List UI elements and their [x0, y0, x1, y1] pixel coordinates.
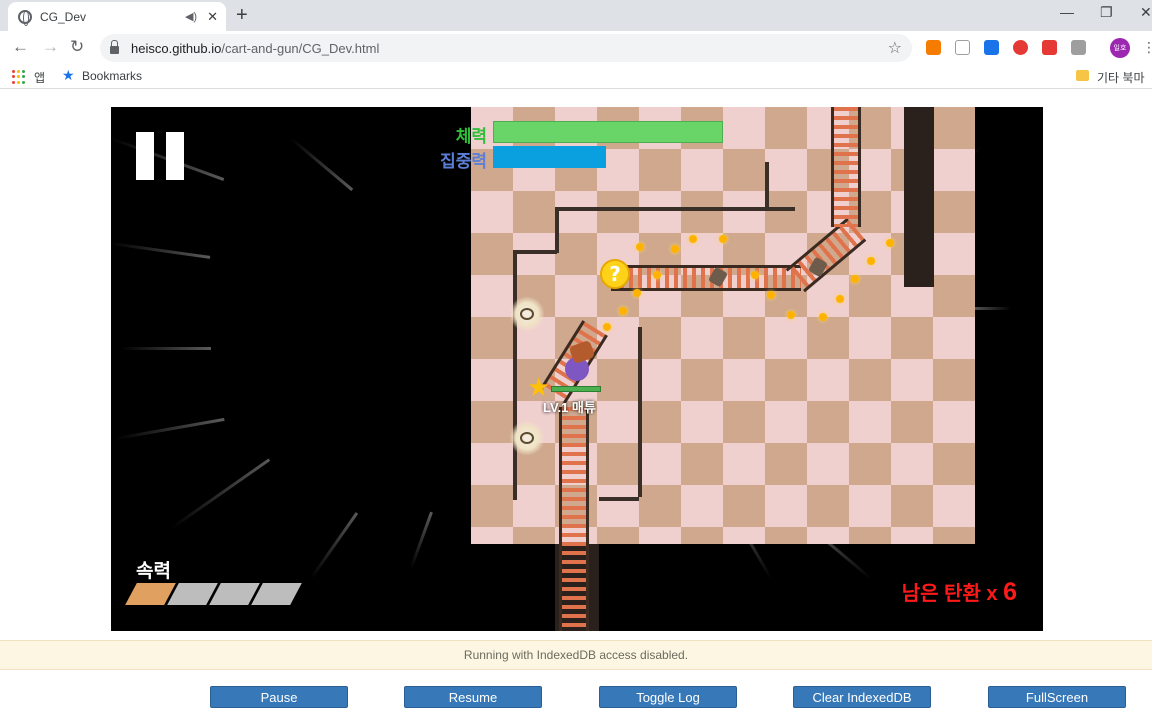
hp-bar — [493, 121, 723, 143]
extension-icon[interactable] — [1071, 40, 1086, 55]
rail-track — [831, 107, 861, 227]
maze-wall — [513, 250, 557, 254]
extension-icon[interactable] — [1042, 40, 1057, 55]
player-label: LV.1 매튜 — [543, 400, 596, 415]
coin-pickup — [671, 245, 679, 253]
wall-lamp — [509, 296, 545, 332]
apps-link[interactable]: 앱 — [34, 69, 45, 86]
coin-pickup — [867, 257, 875, 265]
coin-pickup — [767, 291, 775, 299]
player-character — [557, 339, 597, 383]
focus-bar-fill — [493, 146, 606, 168]
pause-button[interactable]: Pause — [210, 686, 348, 708]
coin-pickup — [819, 313, 827, 321]
reload-icon[interactable]: ↻ — [70, 37, 84, 57]
wall-lamp — [509, 420, 545, 456]
ammo-count: 6 — [1003, 578, 1017, 606]
bookmarks-bar: 앱 ★ Bookmarks 기타 북마크 — [0, 65, 1152, 102]
menu-icon[interactable]: ⋮ — [1142, 39, 1152, 56]
lock-icon — [110, 40, 119, 54]
tab-strip: CG_Dev ◀) ✕ + — ❐ ✕ — [0, 0, 1152, 31]
rail-track — [559, 407, 589, 631]
browser-tab[interactable]: CG_Dev ◀) ✕ — [8, 2, 226, 31]
coin-pickup — [689, 235, 697, 243]
speed-line — [971, 307, 1011, 310]
focus-bar — [493, 146, 723, 168]
game-canvas[interactable]: ? ★ LV.1 매튜 체력 집중력 속력 남은 탄환 x 6 — [111, 107, 1043, 631]
hp-bar-fill — [494, 122, 722, 142]
extension-icon[interactable] — [984, 40, 999, 55]
mystery-item-icon: ? — [600, 259, 630, 289]
speed-gauge — [125, 583, 302, 605]
speed-line — [309, 512, 359, 580]
browser-toolbar: ← → ↻ heisco.github.io /cart-and-gun/CG_… — [0, 31, 1152, 65]
tab-title: CG_Dev — [40, 9, 87, 24]
forward-icon[interactable]: → — [42, 37, 59, 57]
coin-pickup — [836, 295, 844, 303]
coin-pickup — [886, 239, 894, 247]
folder-icon — [1076, 70, 1089, 81]
player-health-bar — [551, 386, 601, 392]
speed-line — [111, 242, 211, 259]
apps-icon[interactable] — [12, 70, 26, 84]
bookmarks-link[interactable]: Bookmarks — [82, 69, 142, 83]
maze-wall — [599, 497, 639, 501]
extension-icon[interactable] — [926, 40, 941, 55]
toggle-log-button[interactable]: Toggle Log — [599, 686, 737, 708]
ammo-label: 남은 탄환 x — [901, 583, 998, 605]
coin-pickup — [751, 271, 759, 279]
coin-pickup — [633, 289, 641, 297]
coin-pickup — [719, 235, 727, 243]
pause-icon[interactable] — [136, 132, 186, 180]
coin-pickup — [787, 311, 795, 319]
address-bar[interactable]: heisco.github.io /cart-and-gun/CG_Dev.ht… — [100, 34, 912, 62]
back-icon[interactable]: ← — [12, 37, 29, 57]
url-path: /cart-and-gun/CG_Dev.html — [221, 40, 380, 56]
focus-label: 집중력 — [440, 152, 487, 171]
coin-pickup — [619, 307, 627, 315]
globe-icon — [18, 9, 32, 26]
close-window-icon[interactable]: ✕ — [1140, 4, 1152, 21]
close-tab-icon[interactable]: ✕ — [207, 9, 218, 25]
rail-track — [611, 265, 801, 291]
maze-wall — [513, 250, 517, 500]
minimize-icon[interactable]: — — [1060, 4, 1074, 20]
maze-wall — [765, 162, 769, 210]
speed-line — [115, 417, 225, 440]
coin-pickup — [636, 243, 644, 251]
speed-line — [121, 347, 211, 350]
coin-pickup — [603, 323, 611, 331]
speed-segment — [251, 583, 302, 605]
profile-avatar[interactable]: 일호 — [1110, 38, 1130, 58]
indexeddb-notice: Running with IndexedDB access disabled. — [0, 640, 1152, 670]
shadow-pit — [904, 107, 934, 287]
resume-button[interactable]: Resume — [404, 686, 542, 708]
fullscreen-button[interactable]: FullScreen — [988, 686, 1126, 708]
bookmark-star-icon[interactable]: ☆ — [888, 38, 902, 58]
speed-line — [409, 511, 433, 570]
ammo-counter: 남은 탄환 x 6 — [902, 577, 1017, 607]
hp-label: 체력 — [455, 127, 487, 146]
game-board — [471, 107, 975, 544]
extension-icon[interactable] — [1013, 40, 1028, 55]
speed-line — [290, 137, 354, 192]
maze-wall — [555, 207, 559, 253]
speed-label: 속력 — [136, 561, 171, 582]
extension-icon[interactable] — [955, 40, 970, 55]
maze-wall — [638, 327, 642, 497]
restore-icon[interactable]: ❐ — [1100, 4, 1113, 21]
speed-line — [170, 458, 271, 530]
clear-indexeddb-button[interactable]: Clear IndexedDB — [793, 686, 931, 708]
maze-wall — [555, 207, 795, 211]
url-host: heisco.github.io — [131, 40, 222, 56]
new-tab-button[interactable]: + — [236, 4, 248, 27]
page: ? ★ LV.1 매튜 체력 집중력 속력 남은 탄환 x 6 Running … — [0, 90, 1152, 720]
coin-pickup — [851, 275, 859, 283]
bookmark-star-icon: ★ — [62, 67, 75, 83]
speaker-icon[interactable]: ◀) — [185, 10, 197, 23]
coin-pickup — [653, 271, 661, 279]
